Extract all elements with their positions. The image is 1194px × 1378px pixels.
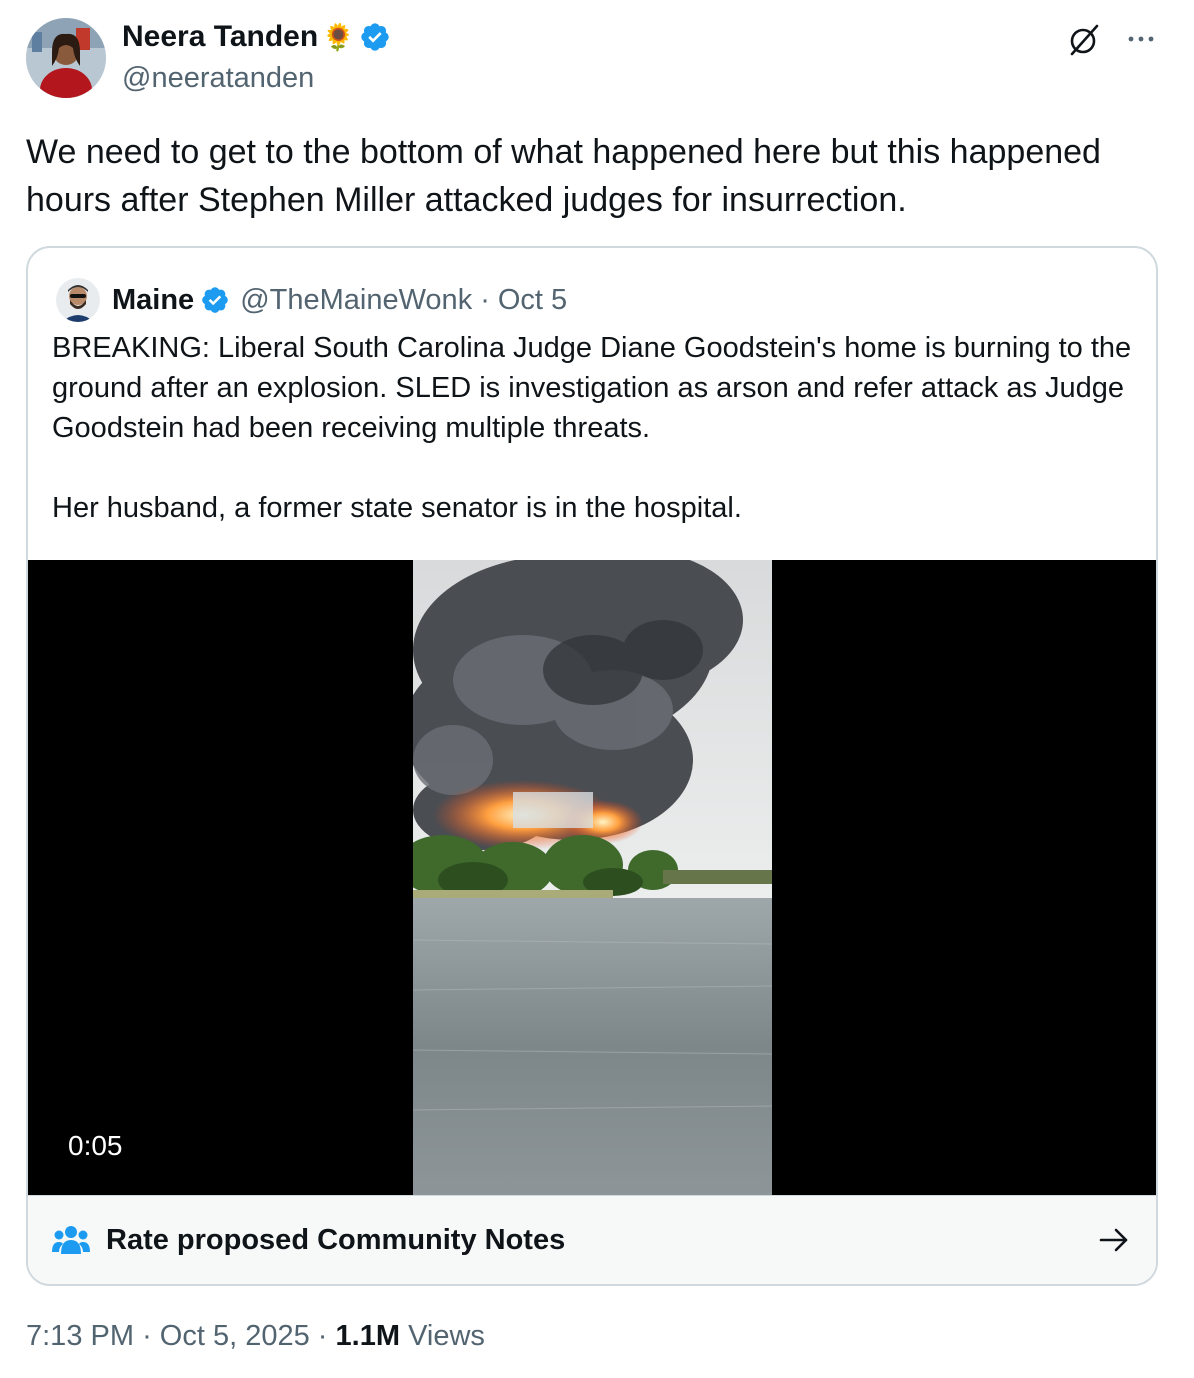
verified-badge-icon[interactable] — [359, 21, 391, 53]
arrow-right-icon[interactable] — [1098, 1224, 1130, 1256]
quoted-separator: · — [480, 283, 490, 316]
views-label: Views — [408, 1320, 485, 1352]
views-count: 1.1M — [335, 1320, 401, 1352]
video-player[interactable]: 0:05 — [28, 560, 1156, 1195]
quoted-paragraph-2: Her husband, a former state senator is i… — [52, 492, 742, 524]
tweet-meta: 7:13 PM · Oct 5, 2025 · 1.1M Views — [26, 1320, 485, 1353]
sunflower-emoji: 🌻 — [322, 21, 355, 52]
video-duration: 0:05 — [68, 1130, 123, 1161]
quoted-author-avatar[interactable] — [56, 278, 100, 322]
quoted-author-handle[interactable]: @TheMaineWonk — [240, 284, 472, 317]
more-icon[interactable] — [1124, 26, 1158, 52]
author-handle[interactable]: @neeratanden — [122, 62, 314, 95]
quoted-verified-badge-icon — [200, 285, 230, 315]
author-name-row[interactable]: Neera Tanden 🌻 — [122, 20, 391, 54]
community-notes-icon — [52, 1224, 90, 1256]
quoted-date[interactable]: Oct 5 — [498, 284, 567, 317]
meta-separator: · — [317, 1320, 328, 1352]
community-notes-bar[interactable]: Rate proposed Community Notes — [28, 1195, 1156, 1284]
quoted-author-name[interactable]: Maine — [112, 284, 194, 317]
quoted-tweet-text: BREAKING: Liberal South Carolina Judge D… — [52, 328, 1142, 528]
quoted-tweet-header: Maine @TheMaineWonk · Oct 5 — [56, 278, 567, 322]
community-notes-label[interactable]: Rate proposed Community Notes — [106, 1224, 565, 1257]
tweet-date[interactable]: Oct 5, 2025 — [160, 1320, 310, 1352]
tweet-text: We need to get to the bottom of what hap… — [26, 133, 1101, 219]
author-avatar[interactable] — [26, 18, 106, 98]
meta-separator: · — [142, 1320, 152, 1352]
grok-icon[interactable] — [1066, 22, 1102, 58]
quoted-paragraph-1: BREAKING: Liberal South Carolina Judge D… — [52, 332, 1132, 444]
author-name[interactable]: Neera Tanden — [122, 20, 318, 54]
video-frame — [413, 560, 772, 1195]
quoted-tweet-card[interactable]: Maine @TheMaineWonk · Oct 5 BREAKING: Li… — [26, 246, 1158, 1286]
tweet-time[interactable]: 7:13 PM — [26, 1320, 134, 1352]
